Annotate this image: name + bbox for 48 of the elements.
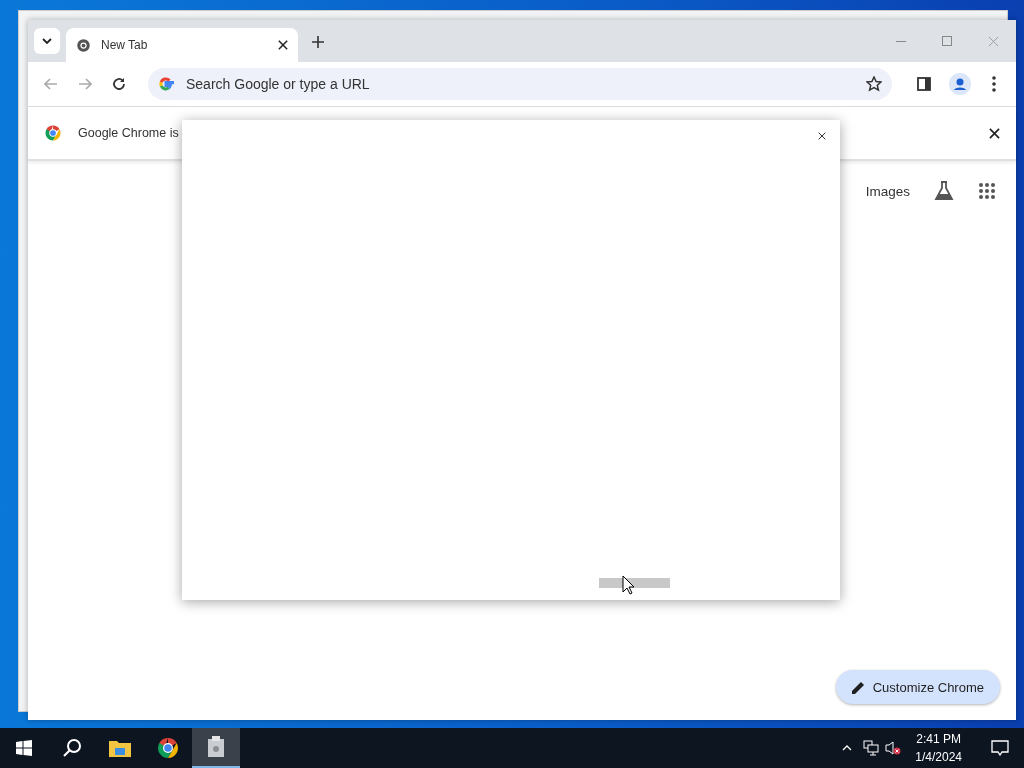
maximize-icon: [942, 36, 952, 46]
profile-avatar-icon: [949, 73, 971, 95]
pencil-icon: [851, 680, 865, 694]
volume-muted-icon[interactable]: [885, 740, 902, 756]
close-tab-button[interactable]: [278, 40, 288, 50]
browser-tab[interactable]: New Tab: [66, 28, 298, 62]
close-icon: [989, 127, 1000, 139]
search-icon: [62, 738, 82, 758]
infobar-message: Google Chrome is: [78, 126, 179, 140]
reload-icon: [112, 77, 126, 91]
new-tab-button[interactable]: [312, 36, 324, 48]
chrome-logo-icon: [44, 124, 62, 142]
customize-chrome-button[interactable]: Customize Chrome: [835, 670, 1000, 704]
google-g-icon: [158, 76, 174, 92]
network-icon[interactable]: [863, 740, 880, 756]
chevron-up-icon: [842, 745, 853, 751]
back-arrow-icon: [44, 78, 58, 90]
forward-arrow-icon: [78, 78, 92, 90]
chrome-tab-icon: [76, 37, 91, 53]
header-link[interactable]: Images: [865, 183, 910, 199]
address-field[interactable]: Search Google or type a URL: [184, 75, 856, 93]
profile-button[interactable]: [946, 73, 974, 95]
mouse-cursor-icon: [622, 575, 635, 595]
clock-time: 2:41 PM: [916, 731, 961, 748]
flask-icon: [934, 181, 954, 201]
clock-date: 1/4/2024: [915, 749, 962, 766]
apps-button[interactable]: [978, 182, 996, 200]
close-icon: [278, 40, 288, 50]
bookmark-star-icon[interactable]: [866, 76, 882, 92]
close-icon: [987, 35, 999, 47]
close-icon: [818, 130, 826, 142]
chrome-logo-icon: [156, 736, 180, 760]
chevron-down-icon: [42, 38, 52, 44]
tab-title: New Tab: [101, 38, 149, 52]
menu-icon: [992, 76, 996, 92]
side-panel-icon: [917, 77, 931, 91]
plus-icon: [312, 36, 324, 48]
taskbar-app-button[interactable]: [192, 728, 240, 768]
folder-icon: [109, 739, 131, 757]
apps-grid-icon: [978, 182, 996, 200]
minimize-icon: [896, 40, 906, 42]
speech-bubble-icon: [991, 740, 1009, 756]
windows-logo-icon: [16, 740, 32, 756]
labs-button[interactable]: [934, 181, 954, 201]
tab-search-button[interactable]: [34, 28, 60, 54]
installer-icon: [207, 736, 225, 758]
address-bar[interactable]: Search Google or type a URL: [148, 68, 892, 100]
close-infobar-button[interactable]: [989, 127, 1000, 139]
